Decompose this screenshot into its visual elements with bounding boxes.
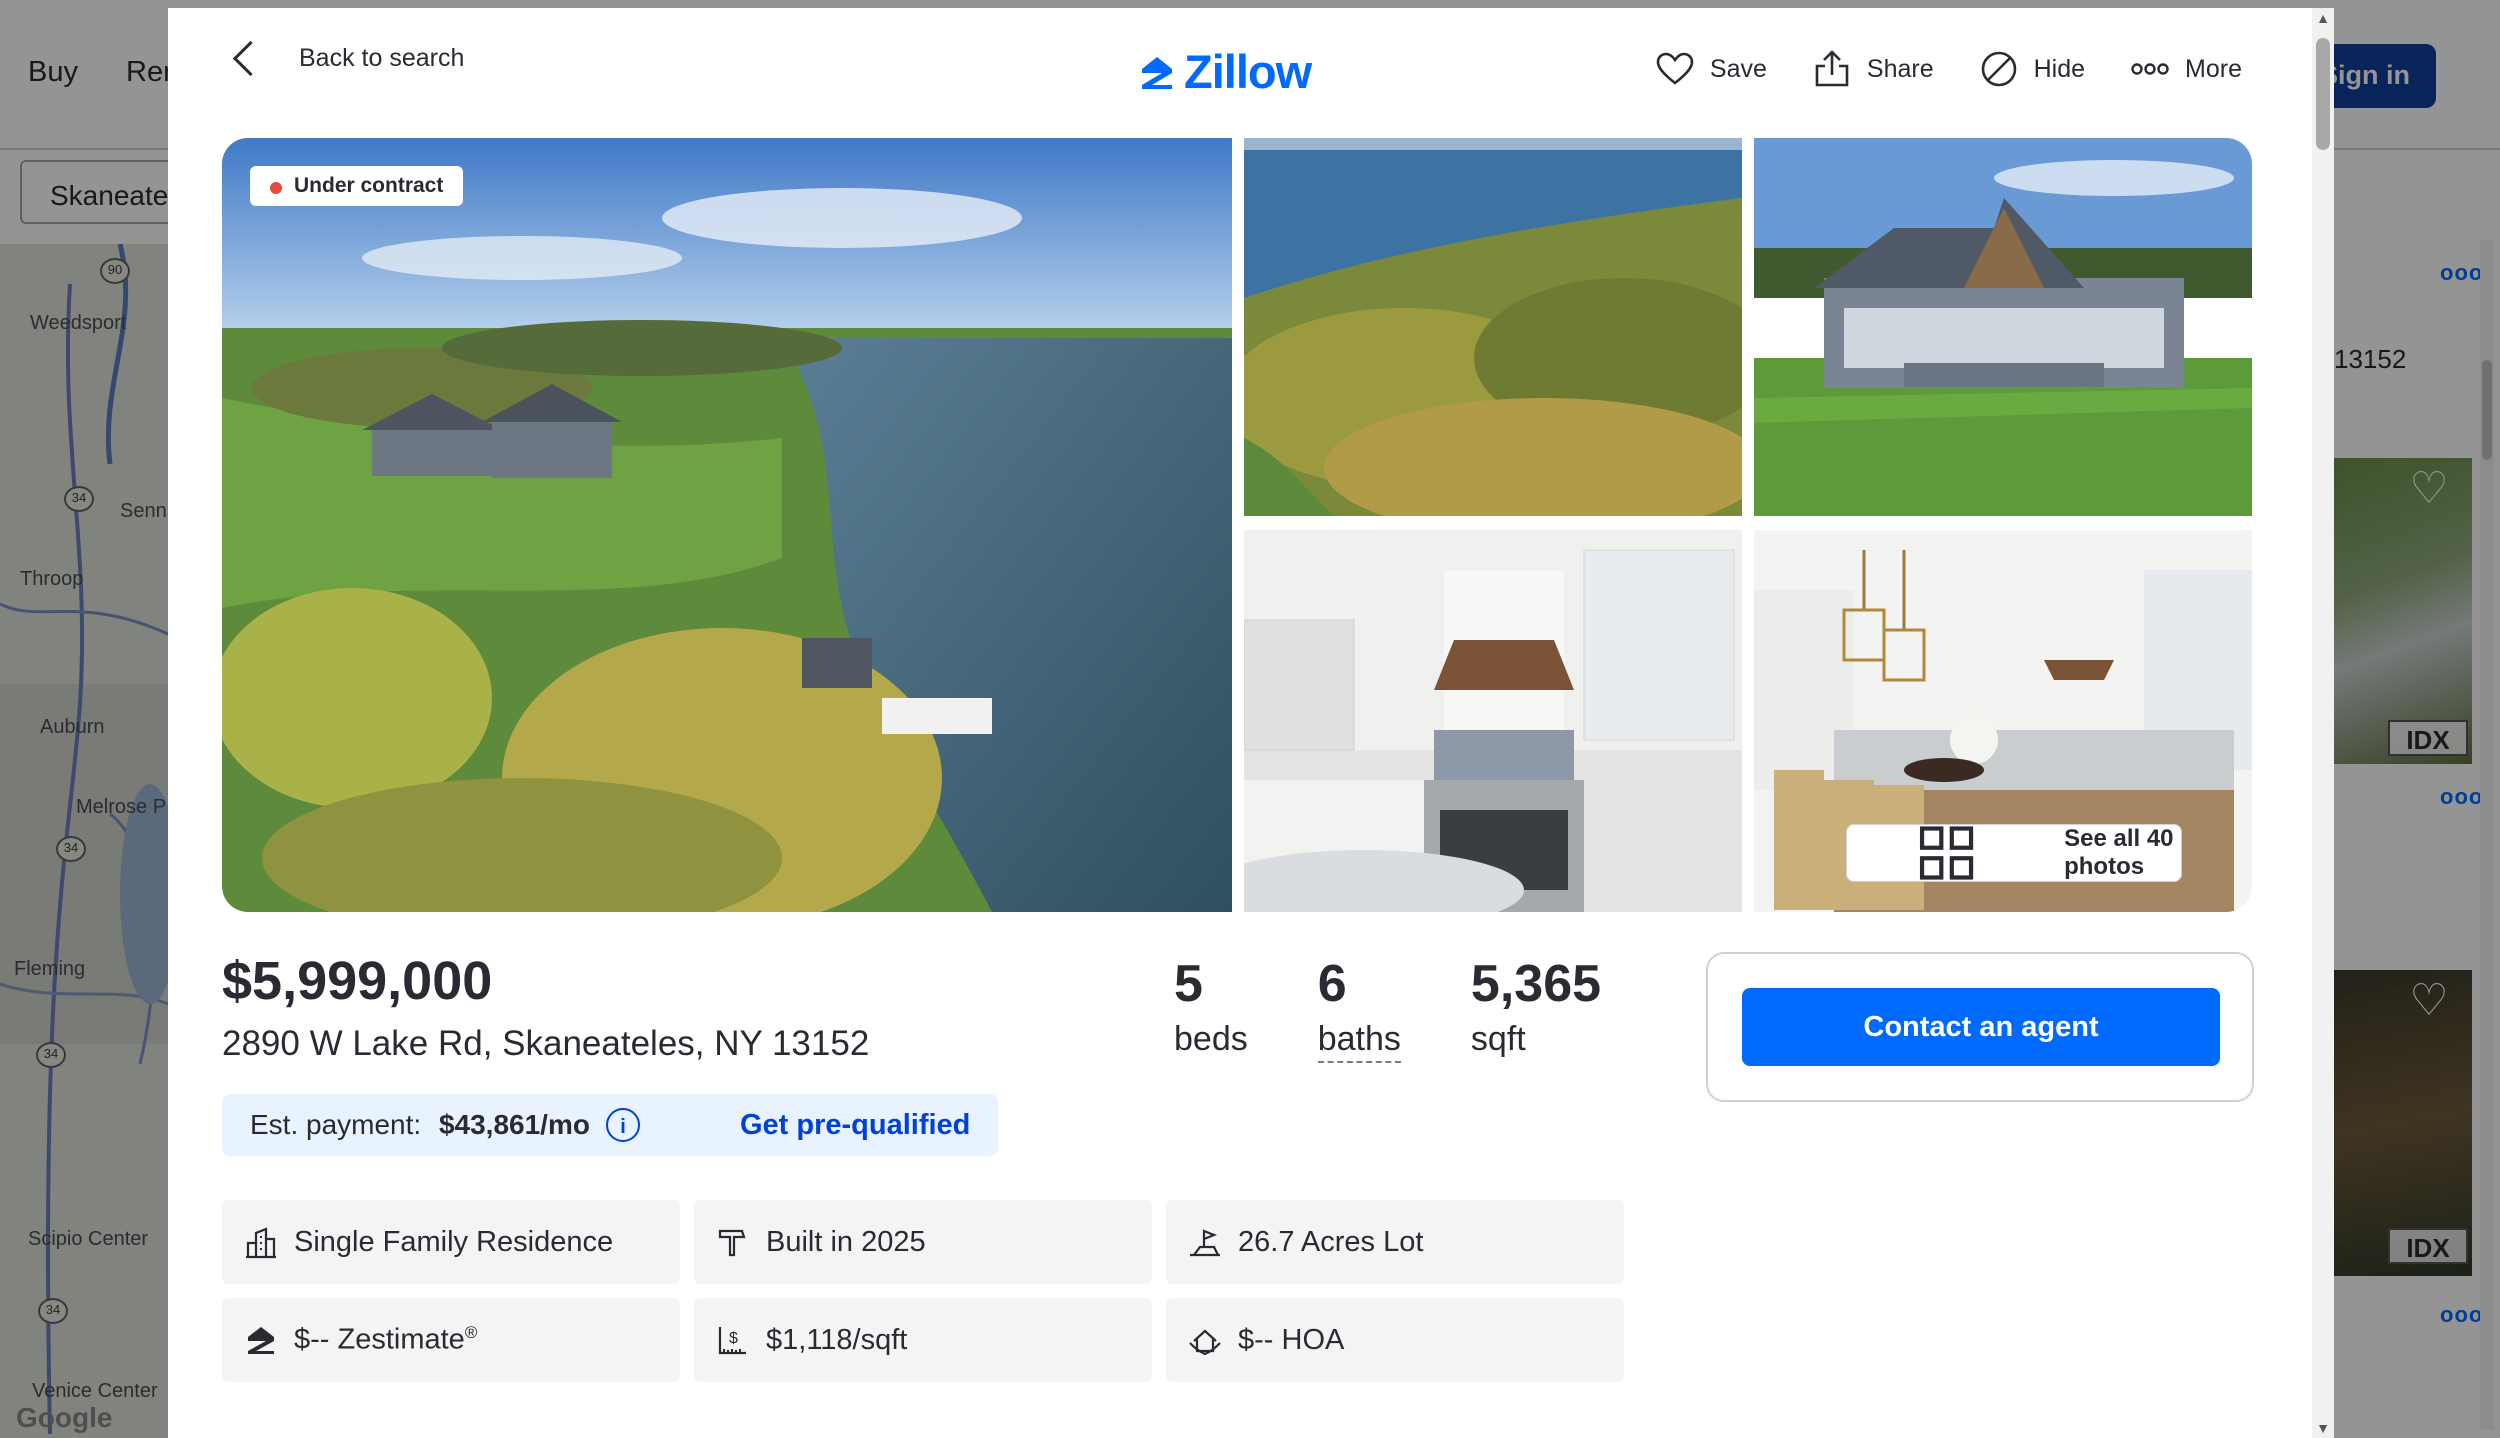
zestimate-icon (248, 1327, 274, 1354)
contact-agent-button[interactable]: Contact an agent (1742, 988, 2220, 1066)
gallery-photo[interactable] (1244, 530, 1742, 912)
scroll-up-icon[interactable]: ▲ (2316, 10, 2330, 26)
feature-year-built: Built in 2025 (694, 1200, 1152, 1284)
more-button[interactable]: More (2131, 55, 2242, 84)
sqft-label: sqft (1470, 1020, 1526, 1058)
more-label: More (2185, 54, 2242, 83)
zillow-logo-mark-icon (1142, 56, 1172, 89)
get-prequalified-link[interactable]: Get pre-qualified (740, 1109, 970, 1142)
back-to-search-link[interactable]: Back to search (228, 40, 465, 77)
see-all-photos-button[interactable]: See all 40 photos (1846, 824, 2182, 882)
beds-value: 5 (1174, 955, 1203, 1013)
beds-fact: 5 beds (1174, 954, 1248, 1063)
sqft-value: 5,365 (1470, 955, 1602, 1013)
lot-icon (1190, 1229, 1220, 1257)
feature-home-type: Single Family Residence (222, 1200, 680, 1284)
baths-value: 6 (1317, 955, 1347, 1013)
share-label: Share (1866, 54, 1934, 83)
save-label: Save (1709, 54, 1767, 83)
zillow-logo[interactable]: Zillow (1136, 44, 1312, 99)
hide-icon (1981, 51, 2016, 87)
kitchen-image (1244, 530, 1742, 912)
info-icon[interactable]: i (605, 1108, 640, 1142)
contact-panel: Contact an agent (1706, 952, 2254, 1102)
feature-hoa: $-- HOA (1166, 1298, 1624, 1382)
gallery-photo[interactable] (1754, 138, 2252, 516)
price-per-sqft-icon: $ (718, 1327, 746, 1355)
estimated-payment: Est. payment: $43,861/mo i Get pre-quali… (222, 1094, 999, 1156)
heart-icon (1656, 52, 1694, 85)
share-icon (1815, 50, 1849, 87)
listing-modal: Back to search Zillow Save Share Hide Mo… (168, 8, 2334, 1438)
beds-label: beds (1174, 1020, 1248, 1058)
action-bar: Save Share Hide More (1656, 50, 2242, 88)
save-button[interactable]: Save (1656, 52, 1767, 86)
feature-price-per-sqft: $ $1,118/sqft (694, 1298, 1152, 1382)
payment-prefix: Est. payment: (250, 1109, 429, 1140)
scroll-down-icon[interactable]: ▼ (2316, 1420, 2330, 1436)
baths-fact[interactable]: 6 baths (1317, 954, 1401, 1063)
feature-text: 26.7 Acres Lot (1238, 1225, 1424, 1258)
feature-lot-size: 26.7 Acres Lot (1166, 1200, 1624, 1284)
svg-text:$: $ (729, 1330, 738, 1347)
feature-text: Single Family Residence (294, 1225, 614, 1258)
back-label: Back to search (299, 44, 465, 72)
photo-gallery: Under contract See all 40 photos (222, 138, 2252, 912)
building-icon (246, 1227, 276, 1259)
grid-icon (1919, 826, 1974, 880)
more-icon (2131, 63, 2169, 75)
status-badge: Under contract (250, 166, 464, 206)
chevron-left-icon (232, 40, 269, 77)
listing-address: 2890 W Lake Rd, Skaneateles, NY 13152 (222, 1024, 870, 1063)
hide-label: Hide (2033, 54, 2086, 83)
feature-text: $1,118/sqft (766, 1323, 908, 1356)
modal-header: Back to search Zillow Save Share Hide Mo… (168, 8, 2308, 136)
facts-grid: Single Family Residence Built in 2025 26… (222, 1200, 1624, 1382)
modal-scrollbar[interactable]: ▲ ▼ (2312, 8, 2334, 1438)
aerial-lake-image (1244, 138, 1742, 516)
house-rear-image (1754, 138, 2252, 516)
logo-text: Zillow (1184, 45, 1312, 98)
hammer-icon (718, 1229, 746, 1257)
modal-scrollbar-thumb[interactable] (2316, 38, 2330, 150)
bed-bath-sqft: 5 beds 6 baths 5,365 sqft (1174, 954, 1601, 1063)
payment-amount: $43,861/mo (438, 1109, 590, 1140)
feature-text: $-- HOA (1238, 1323, 1345, 1356)
feature-text: Built in 2025 (766, 1225, 926, 1258)
feature-zestimate[interactable]: $-- Zestimate® (222, 1298, 680, 1382)
gallery-photo[interactable] (1244, 138, 1742, 516)
share-button[interactable]: Share (1813, 50, 1934, 88)
hide-button[interactable]: Hide (1980, 50, 2085, 88)
status-dot-icon (270, 182, 282, 194)
baths-label[interactable]: baths (1317, 1020, 1401, 1063)
lakefront-aerial-image (222, 138, 1232, 912)
gallery-photo[interactable]: See all 40 photos (1754, 530, 2252, 912)
feature-text: $-- Zestimate® (294, 1323, 478, 1356)
listing-price: $5,999,000 (222, 951, 493, 1011)
status-label: Under contract (294, 174, 444, 197)
main-photo[interactable]: Under contract (222, 138, 1232, 912)
hoa-icon (1189, 1329, 1221, 1356)
sqft-fact: 5,365 sqft (1471, 954, 1601, 1063)
see-all-label: See all 40 photos (2064, 825, 2174, 880)
